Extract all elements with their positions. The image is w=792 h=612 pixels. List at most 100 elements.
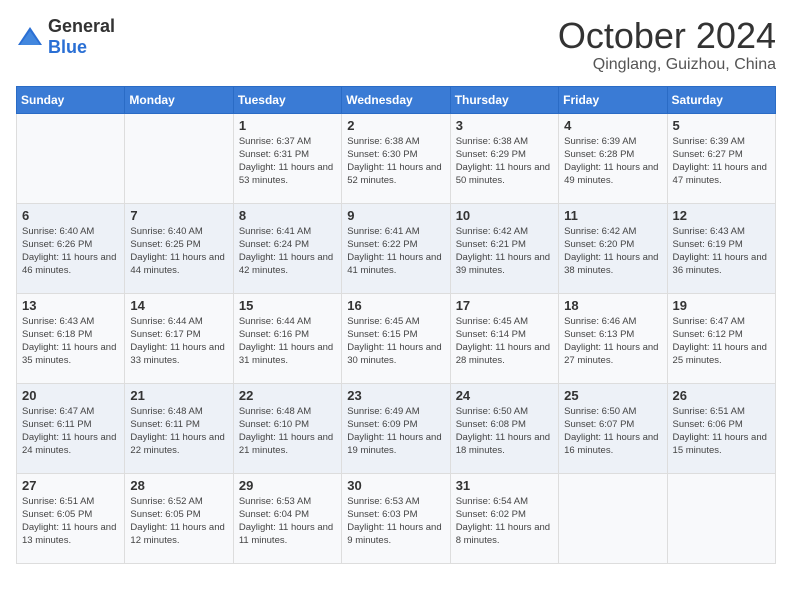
day-number: 14	[130, 298, 227, 313]
day-detail: Sunrise: 6:51 AM Sunset: 6:06 PM Dayligh…	[673, 405, 770, 458]
calendar-cell: 26 Sunrise: 6:51 AM Sunset: 6:06 PM Dayli…	[667, 383, 775, 473]
day-number: 27	[22, 478, 119, 493]
weekday-header: Thursday	[450, 86, 558, 113]
day-number: 15	[239, 298, 336, 313]
day-number: 17	[456, 298, 553, 313]
day-number: 13	[22, 298, 119, 313]
calendar-cell: 23 Sunrise: 6:49 AM Sunset: 6:09 PM Dayli…	[342, 383, 450, 473]
day-detail: Sunrise: 6:44 AM Sunset: 6:17 PM Dayligh…	[130, 315, 227, 368]
calendar-cell: 29 Sunrise: 6:53 AM Sunset: 6:04 PM Dayli…	[233, 473, 341, 563]
day-detail: Sunrise: 6:48 AM Sunset: 6:10 PM Dayligh…	[239, 405, 336, 458]
day-number: 8	[239, 208, 336, 223]
day-detail: Sunrise: 6:53 AM Sunset: 6:04 PM Dayligh…	[239, 495, 336, 548]
calendar-cell: 11 Sunrise: 6:42 AM Sunset: 6:20 PM Dayli…	[559, 203, 667, 293]
calendar-cell: 4Sunrise: 6:39 AM Sunset: 6:28 PM Daylig…	[559, 113, 667, 203]
calendar-cell: 6 Sunrise: 6:40 AM Sunset: 6:26 PM Daylig…	[17, 203, 125, 293]
day-number: 26	[673, 388, 770, 403]
day-number: 10	[456, 208, 553, 223]
calendar-cell: 5 Sunrise: 6:39 AM Sunset: 6:27 PM Daylig…	[667, 113, 775, 203]
day-detail: Sunrise: 6:41 AM Sunset: 6:24 PM Dayligh…	[239, 225, 336, 278]
logo: General Blue	[16, 16, 115, 58]
weekday-header: Friday	[559, 86, 667, 113]
day-number: 24	[456, 388, 553, 403]
calendar-cell: 10Sunrise: 6:42 AM Sunset: 6:21 PM Dayli…	[450, 203, 558, 293]
day-detail: Sunrise: 6:47 AM Sunset: 6:12 PM Dayligh…	[673, 315, 770, 368]
calendar-cell: 31Sunrise: 6:54 AM Sunset: 6:02 PM Dayli…	[450, 473, 558, 563]
weekday-header: Sunday	[17, 86, 125, 113]
calendar-cell: 7 Sunrise: 6:40 AM Sunset: 6:25 PM Daylig…	[125, 203, 233, 293]
calendar-cell: 25 Sunrise: 6:50 AM Sunset: 6:07 PM Dayli…	[559, 383, 667, 473]
calendar-header-row: SundayMondayTuesdayWednesdayThursdayFrid…	[17, 86, 776, 113]
calendar-cell: 13 Sunrise: 6:43 AM Sunset: 6:18 PM Dayli…	[17, 293, 125, 383]
day-number: 25	[564, 388, 661, 403]
calendar-cell: 12Sunrise: 6:43 AM Sunset: 6:19 PM Dayli…	[667, 203, 775, 293]
day-number: 9	[347, 208, 444, 223]
calendar-cell: 2 Sunrise: 6:38 AM Sunset: 6:30 PM Daylig…	[342, 113, 450, 203]
calendar-cell: 30Sunrise: 6:53 AM Sunset: 6:03 PM Dayli…	[342, 473, 450, 563]
day-detail: Sunrise: 6:46 AM Sunset: 6:13 PM Dayligh…	[564, 315, 661, 368]
day-number: 18	[564, 298, 661, 313]
day-detail: Sunrise: 6:43 AM Sunset: 6:19 PM Dayligh…	[673, 225, 770, 278]
calendar-cell: 17 Sunrise: 6:45 AM Sunset: 6:14 PM Dayli…	[450, 293, 558, 383]
day-number: 20	[22, 388, 119, 403]
calendar-cell: 3 Sunrise: 6:38 AM Sunset: 6:29 PM Daylig…	[450, 113, 558, 203]
day-detail: Sunrise: 6:52 AM Sunset: 6:05 PM Dayligh…	[130, 495, 227, 548]
day-detail: Sunrise: 6:42 AM Sunset: 6:20 PM Dayligh…	[564, 225, 661, 278]
day-detail: Sunrise: 6:50 AM Sunset: 6:08 PM Dayligh…	[456, 405, 553, 458]
day-number: 5	[673, 118, 770, 133]
day-detail: Sunrise: 6:37 AM Sunset: 6:31 PM Dayligh…	[239, 135, 336, 188]
day-number: 23	[347, 388, 444, 403]
calendar-week-row: 20 Sunrise: 6:47 AM Sunset: 6:11 PM Dayli…	[17, 383, 776, 473]
day-number: 21	[130, 388, 227, 403]
day-detail: Sunrise: 6:38 AM Sunset: 6:30 PM Dayligh…	[347, 135, 444, 188]
day-detail: Sunrise: 6:49 AM Sunset: 6:09 PM Dayligh…	[347, 405, 444, 458]
weekday-header: Monday	[125, 86, 233, 113]
day-number: 1	[239, 118, 336, 133]
day-detail: Sunrise: 6:39 AM Sunset: 6:27 PM Dayligh…	[673, 135, 770, 188]
day-detail: Sunrise: 6:45 AM Sunset: 6:14 PM Dayligh…	[456, 315, 553, 368]
page-header: General Blue October 2024 Qinglang, Guiz…	[16, 16, 776, 74]
day-detail: Sunrise: 6:45 AM Sunset: 6:15 PM Dayligh…	[347, 315, 444, 368]
calendar-cell: 20 Sunrise: 6:47 AM Sunset: 6:11 PM Dayli…	[17, 383, 125, 473]
calendar-cell: 14 Sunrise: 6:44 AM Sunset: 6:17 PM Dayli…	[125, 293, 233, 383]
day-number: 28	[130, 478, 227, 493]
day-number: 4	[564, 118, 661, 133]
title-block: October 2024 Qinglang, Guizhou, China	[558, 16, 776, 74]
calendar-week-row: 6 Sunrise: 6:40 AM Sunset: 6:26 PM Daylig…	[17, 203, 776, 293]
calendar-cell	[667, 473, 775, 563]
logo-icon	[16, 25, 44, 49]
calendar-cell: 28 Sunrise: 6:52 AM Sunset: 6:05 PM Dayli…	[125, 473, 233, 563]
day-detail: Sunrise: 6:43 AM Sunset: 6:18 PM Dayligh…	[22, 315, 119, 368]
logo-general-text: General	[48, 16, 115, 36]
calendar-cell: 27Sunrise: 6:51 AM Sunset: 6:05 PM Dayli…	[17, 473, 125, 563]
day-number: 19	[673, 298, 770, 313]
day-detail: Sunrise: 6:48 AM Sunset: 6:11 PM Dayligh…	[130, 405, 227, 458]
day-detail: Sunrise: 6:41 AM Sunset: 6:22 PM Dayligh…	[347, 225, 444, 278]
calendar-cell	[17, 113, 125, 203]
day-number: 6	[22, 208, 119, 223]
calendar-cell: 15Sunrise: 6:44 AM Sunset: 6:16 PM Dayli…	[233, 293, 341, 383]
calendar-cell	[559, 473, 667, 563]
calendar-week-row: 13 Sunrise: 6:43 AM Sunset: 6:18 PM Dayli…	[17, 293, 776, 383]
calendar-body: 1 Sunrise: 6:37 AM Sunset: 6:31 PM Daylig…	[17, 113, 776, 563]
calendar-cell: 21 Sunrise: 6:48 AM Sunset: 6:11 PM Dayli…	[125, 383, 233, 473]
day-detail: Sunrise: 6:54 AM Sunset: 6:02 PM Dayligh…	[456, 495, 553, 548]
day-detail: Sunrise: 6:47 AM Sunset: 6:11 PM Dayligh…	[22, 405, 119, 458]
day-number: 11	[564, 208, 661, 223]
calendar-week-row: 1 Sunrise: 6:37 AM Sunset: 6:31 PM Daylig…	[17, 113, 776, 203]
weekday-header: Saturday	[667, 86, 775, 113]
day-detail: Sunrise: 6:38 AM Sunset: 6:29 PM Dayligh…	[456, 135, 553, 188]
day-number: 2	[347, 118, 444, 133]
calendar-cell: 1 Sunrise: 6:37 AM Sunset: 6:31 PM Daylig…	[233, 113, 341, 203]
day-number: 22	[239, 388, 336, 403]
calendar-table: SundayMondayTuesdayWednesdayThursdayFrid…	[16, 86, 776, 564]
day-number: 3	[456, 118, 553, 133]
day-number: 30	[347, 478, 444, 493]
day-detail: Sunrise: 6:40 AM Sunset: 6:25 PM Dayligh…	[130, 225, 227, 278]
calendar-cell: 24 Sunrise: 6:50 AM Sunset: 6:08 PM Dayli…	[450, 383, 558, 473]
day-detail: Sunrise: 6:40 AM Sunset: 6:26 PM Dayligh…	[22, 225, 119, 278]
day-number: 7	[130, 208, 227, 223]
day-detail: Sunrise: 6:50 AM Sunset: 6:07 PM Dayligh…	[564, 405, 661, 458]
weekday-header: Tuesday	[233, 86, 341, 113]
day-number: 29	[239, 478, 336, 493]
